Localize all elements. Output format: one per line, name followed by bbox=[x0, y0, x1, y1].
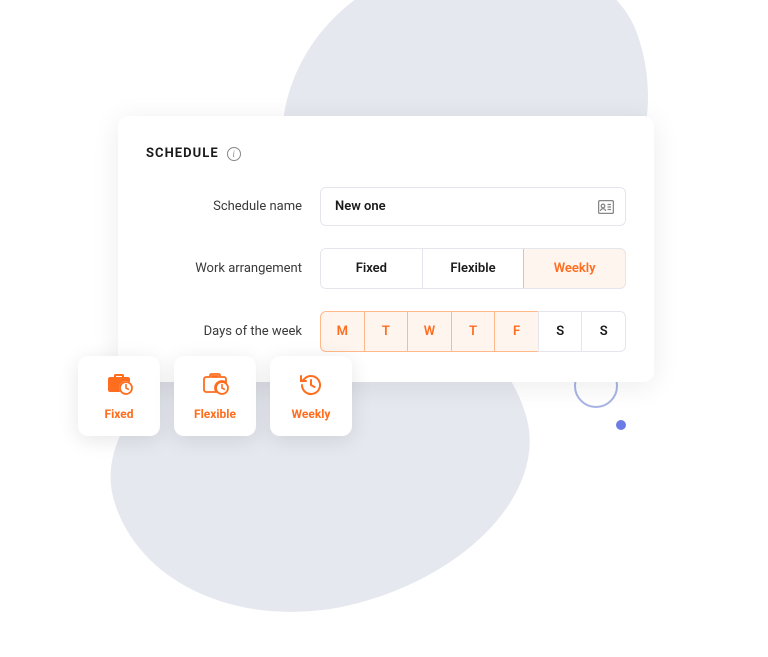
days-selector: M T W T F S S bbox=[320, 311, 626, 352]
arrangement-option-weekly[interactable]: Weekly bbox=[523, 248, 626, 289]
info-icon[interactable]: i bbox=[227, 147, 241, 161]
history-clock-icon bbox=[297, 371, 325, 399]
schedule-name-input-wrap bbox=[320, 187, 626, 226]
id-card-icon bbox=[598, 200, 614, 214]
tile-fixed[interactable]: Fixed bbox=[78, 356, 160, 436]
day-sat[interactable]: S bbox=[538, 311, 582, 352]
days-label: Days of the week bbox=[146, 324, 320, 339]
schedule-name-input[interactable] bbox=[320, 187, 626, 226]
tile-weekly[interactable]: Weekly bbox=[270, 356, 352, 436]
decorative-dot bbox=[616, 420, 626, 430]
day-mon[interactable]: M bbox=[320, 311, 364, 352]
schedule-name-label: Schedule name bbox=[146, 199, 320, 214]
arrangement-option-fixed[interactable]: Fixed bbox=[321, 249, 423, 288]
tile-label: Flexible bbox=[194, 407, 236, 421]
tile-label: Fixed bbox=[105, 407, 134, 421]
briefcase-clock-icon bbox=[105, 371, 133, 399]
briefcase-clock-open-icon bbox=[201, 371, 229, 399]
day-tue[interactable]: T bbox=[364, 311, 408, 352]
tile-flexible[interactable]: Flexible bbox=[174, 356, 256, 436]
schedule-name-row: Schedule name bbox=[146, 187, 626, 226]
day-thu[interactable]: T bbox=[451, 311, 495, 352]
day-wed[interactable]: W bbox=[407, 311, 451, 352]
tile-label: Weekly bbox=[292, 407, 331, 421]
schedule-card: SCHEDULE i Schedule name Work arrangemen… bbox=[118, 116, 654, 382]
day-sun[interactable]: S bbox=[581, 311, 626, 352]
work-arrangement-row: Work arrangement Fixed Flexible Weekly bbox=[146, 248, 626, 289]
days-row: Days of the week M T W T F S S bbox=[146, 311, 626, 352]
schedule-type-tiles: Fixed Flexible Weekly bbox=[78, 356, 352, 436]
arrangement-option-flexible[interactable]: Flexible bbox=[423, 249, 525, 288]
work-arrangement-segment: Fixed Flexible Weekly bbox=[320, 248, 626, 289]
card-header: SCHEDULE i bbox=[146, 146, 626, 161]
day-fri[interactable]: F bbox=[494, 311, 538, 352]
card-title: SCHEDULE bbox=[146, 146, 219, 161]
work-arrangement-label: Work arrangement bbox=[146, 261, 320, 276]
